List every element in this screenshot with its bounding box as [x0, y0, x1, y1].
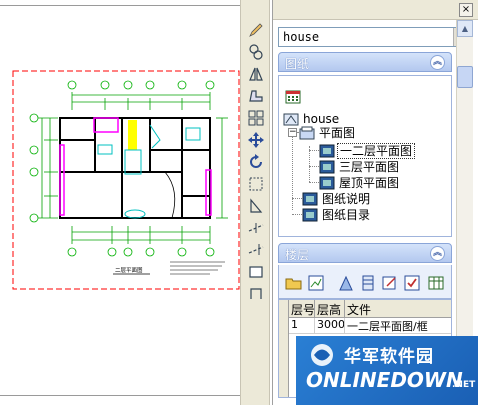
watermark-banner: 华军软件园 ONLINEDOWN .NET	[296, 336, 478, 405]
pink-window	[93, 117, 119, 133]
building-icon[interactable]	[337, 274, 355, 292]
column-header-floor-no[interactable]: 层号	[289, 300, 315, 318]
layer-edit-icon[interactable]	[381, 274, 399, 292]
watermark-chinese-text: 华军软件园	[344, 347, 434, 367]
scroll-up-icon[interactable]: ▲	[457, 20, 473, 37]
left-axis-markers	[29, 113, 39, 223]
notes-folder-icon	[302, 192, 318, 205]
drawings-section-header[interactable]: 图纸 ︽	[278, 52, 452, 72]
collapse-icon[interactable]: ︽	[430, 55, 445, 70]
drawing-sheet-icon	[319, 144, 335, 157]
chart-icon[interactable]	[307, 274, 325, 292]
calendar-table-icon[interactable]	[285, 88, 301, 104]
project-combo[interactable]: house ▾	[278, 27, 470, 47]
left-dimensions	[38, 117, 58, 219]
drawing-sheet-icon	[319, 160, 335, 173]
tree-folder-plans[interactable]: 平面图	[299, 124, 357, 140]
pink-wall	[59, 144, 65, 216]
table-cell-floor-no[interactable]: 1	[289, 318, 315, 334]
tree-item-plan-1[interactable]: 一二层平面图	[319, 142, 416, 159]
drawings-tree: house − 平面图 一二层平面图 三层平面图 屋顶平面图 图纸说明 图纸目录	[278, 75, 452, 237]
pink-window-right	[205, 169, 212, 216]
checklist-icon[interactable]	[403, 274, 421, 292]
top-axis-markers	[67, 80, 215, 90]
column-header-height[interactable]: 层高	[315, 300, 345, 318]
pencil-icon[interactable]	[245, 20, 267, 40]
edit-toolstrip	[240, 0, 270, 405]
paper-border	[12, 70, 240, 290]
rotate-icon[interactable]	[245, 152, 267, 172]
index-folder-icon	[302, 208, 318, 221]
array-icon[interactable]	[245, 108, 267, 128]
bottom-axis-markers	[67, 247, 215, 257]
watermark-english-text: ONLINEDOWN	[306, 368, 463, 392]
door-arc	[164, 171, 176, 219]
collapse-icon[interactable]: ︽	[430, 246, 445, 261]
table-cell-height[interactable]: 3000	[315, 318, 345, 334]
column-header-file[interactable]: 文件	[345, 300, 451, 318]
rectangle-icon[interactable]	[245, 262, 267, 282]
scrollbar-thumb[interactable]	[457, 66, 473, 88]
corner-icon[interactable]	[245, 284, 267, 304]
house-project-icon	[283, 113, 299, 125]
plan-caption: 二层平面图	[115, 266, 143, 274]
drawing-sheet-icon	[319, 176, 335, 189]
tree-item-plan-3[interactable]: 屋顶平面图	[319, 174, 401, 190]
break-icon[interactable]	[245, 240, 267, 260]
right-dimensions	[216, 117, 228, 219]
stretch-icon[interactable]	[245, 86, 267, 106]
tree-connector	[309, 150, 319, 151]
close-icon[interactable]: ×	[459, 3, 473, 17]
tree-collapse-toggle[interactable]: −	[288, 128, 297, 137]
top-dimensions	[71, 92, 211, 110]
stair-yellow	[128, 120, 137, 150]
trim-icon[interactable]	[245, 196, 267, 216]
table-icon[interactable]	[427, 274, 445, 292]
dotted-rect-icon[interactable]	[245, 174, 267, 194]
floors-toolbar	[278, 265, 452, 299]
canvas-bottom-edge	[0, 395, 246, 405]
panel-titlebar: ×	[273, 0, 478, 20]
open-folder-icon[interactable]	[285, 274, 303, 292]
floor-plan-drawing: 二层平面图	[12, 70, 240, 290]
circles-icon[interactable]	[245, 42, 267, 62]
drawings-section-title: 图纸	[285, 57, 310, 71]
canvas-top-edge	[0, 0, 246, 6]
drawing-canvas[interactable]: 二层平面图	[0, 0, 246, 405]
extend-icon[interactable]	[245, 218, 267, 238]
project-combo-value: house	[283, 30, 320, 44]
watermark-suffix: .NET	[452, 380, 476, 390]
plans-folder-icon	[299, 126, 315, 139]
floors-section-header[interactable]: 楼层 ︽	[278, 243, 452, 263]
floors-section-title: 楼层	[285, 248, 310, 262]
tree-item-plan-2[interactable]: 三层平面图	[319, 158, 401, 174]
mirror-icon[interactable]	[245, 64, 267, 84]
tree-connector	[309, 146, 310, 182]
row-header-strip	[279, 300, 289, 397]
bottom-dimensions	[71, 226, 211, 244]
tree-connector	[309, 182, 319, 183]
notes-block	[170, 261, 225, 275]
tree-folder-notes[interactable]: 图纸说明	[302, 190, 372, 206]
tree-connector	[292, 198, 302, 199]
table-cell-file[interactable]: 一二层平面图/框	[345, 318, 451, 334]
tree-connector	[309, 166, 319, 167]
tree-connector	[292, 214, 302, 215]
tree-folder-index[interactable]: 图纸目录	[302, 206, 372, 222]
floors-stack-icon[interactable]	[359, 274, 377, 292]
move-icon[interactable]	[245, 130, 267, 150]
watermark-logo	[311, 344, 333, 366]
